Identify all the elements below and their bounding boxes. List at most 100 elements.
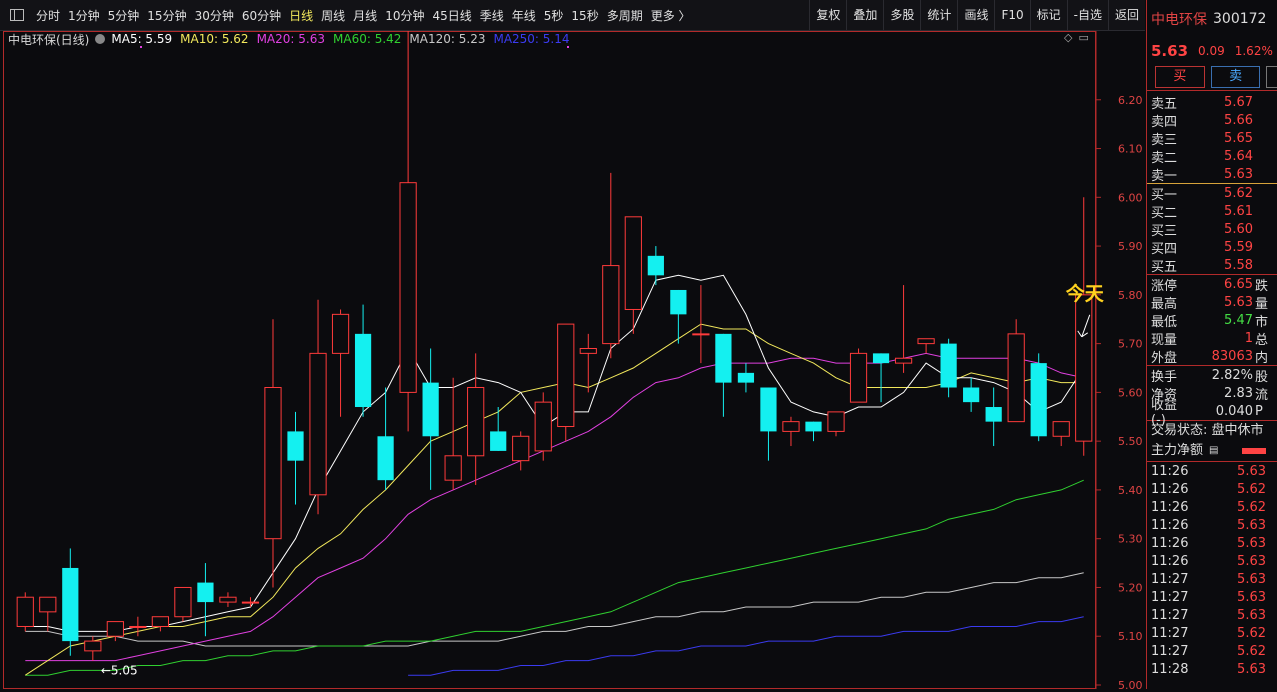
- stat-value: 83063: [1211, 348, 1253, 364]
- tool-button-5[interactable]: F10: [994, 0, 1029, 30]
- tab-period-1[interactable]: 1分钟: [64, 7, 104, 24]
- y-tick-label: 5.20: [1118, 581, 1143, 594]
- tab-period-12[interactable]: 年线: [508, 7, 540, 24]
- tab-period-11[interactable]: 季线: [476, 7, 508, 24]
- today-label: 今天: [1065, 282, 1105, 305]
- ma-legend-item: MA20: 5.63: [256, 32, 325, 46]
- stat-value: 2.82%: [1211, 367, 1253, 383]
- book-row[interactable]: 卖一 5.63: [1147, 165, 1277, 184]
- tool-button-1[interactable]: 叠加: [846, 0, 883, 30]
- tool-button-3[interactable]: 统计: [920, 0, 957, 30]
- book-row[interactable]: 买二 5.61: [1147, 202, 1277, 221]
- candle-body: [490, 431, 507, 451]
- tick-row: 11:27 5.62: [1147, 642, 1277, 660]
- ma-legend-item: MA10: 5.62: [180, 32, 249, 46]
- list-icon[interactable]: ▤: [1209, 441, 1218, 461]
- tab-period-2[interactable]: 5分钟: [104, 7, 144, 24]
- tool-button-0[interactable]: 复权: [809, 0, 846, 30]
- candle-body: [1007, 333, 1025, 423]
- tool-button-4[interactable]: 画线: [957, 0, 994, 30]
- candle-body: [715, 333, 732, 383]
- y-tick-label: 6.20: [1118, 94, 1143, 107]
- menu-icon[interactable]: [10, 9, 24, 21]
- book-row[interactable]: 买三 5.60: [1147, 220, 1277, 239]
- stat-suffix: 总: [1255, 332, 1269, 348]
- stock-header: 中电环保 300172: [1147, 0, 1277, 38]
- quote-stats-2: 换手 2.82% 股净资 2.83 流收益(-) 0.040 P: [1147, 366, 1277, 429]
- tick-time: 11:26: [1151, 481, 1189, 497]
- ma-values: MA5: 5.59 MA10: 5.62 MA20: 5.63 MA60: 5.42 M…: [111, 32, 569, 46]
- candle-body: [782, 421, 800, 432]
- tool-button-2[interactable]: 多股: [883, 0, 920, 30]
- book-row[interactable]: 买四 5.59: [1147, 238, 1277, 257]
- book-row[interactable]: 卖四 5.66: [1147, 111, 1277, 130]
- y-tick-label: 5.40: [1118, 484, 1143, 497]
- sell-button[interactable]: 卖: [1210, 66, 1261, 88]
- book-label: 买五: [1151, 259, 1178, 275]
- tick-time: 11:26: [1151, 463, 1189, 479]
- book-row[interactable]: 买一 5.62: [1147, 184, 1277, 203]
- candle-body: [692, 333, 710, 336]
- period-tabs: 分时 1分钟 5分钟 15分钟 30分钟 60分钟 日线 周线 月线 10分钟 45日线 季线 年线 5秒…: [32, 7, 695, 24]
- book-price: 5.58: [1224, 257, 1253, 273]
- candle-body: [467, 387, 485, 457]
- tool-button-8[interactable]: 返回: [1107, 0, 1145, 30]
- book-row[interactable]: 卖二 5.64: [1147, 147, 1277, 166]
- tab-period-5[interactable]: 60分钟: [238, 7, 285, 24]
- y-tick-label: 5.70: [1118, 338, 1143, 351]
- ask-book: 卖五 5.67 卖四 5.66 卖三 5.65 卖二 5.64 卖一 5.63: [1147, 91, 1277, 184]
- tick-row: 11:27 5.63: [1147, 570, 1277, 588]
- candle-body: [534, 401, 552, 452]
- stat-row: 现量 1 总: [1147, 329, 1277, 348]
- stat-value: 5.47: [1224, 312, 1253, 328]
- main-flow[interactable]: 主力净额 ▤: [1147, 441, 1277, 461]
- tick-price: 5.63: [1237, 553, 1266, 569]
- stat-suffix: P: [1255, 403, 1263, 419]
- tab-period-9[interactable]: 10分钟: [381, 7, 428, 24]
- y-tick-label: 6.00: [1118, 191, 1143, 204]
- main-flow-label: 主力净额: [1151, 443, 1204, 458]
- bid-book: 买一 5.62 买二 5.61 买三 5.60 买四 5.59 买五 5.58: [1147, 184, 1277, 275]
- tab-period-7[interactable]: 周线: [317, 7, 349, 24]
- candle-body: [512, 435, 530, 462]
- tick-row: 11:26 5.63: [1147, 552, 1277, 570]
- stat-label: 涨停: [1151, 278, 1178, 294]
- more-button[interactable]: [1266, 66, 1277, 88]
- tab-period-13[interactable]: 5秒: [540, 7, 568, 24]
- tab-period-14[interactable]: 15秒: [567, 7, 602, 24]
- candle-body: [963, 387, 980, 403]
- tool-button-6[interactable]: 标记: [1029, 0, 1067, 30]
- tab-period-6[interactable]: 日线: [285, 7, 317, 24]
- tick-row: 11:27 5.63: [1147, 588, 1277, 606]
- ma-legend-item: MA5: 5.59: [111, 32, 173, 46]
- window-icon[interactable]: ▭: [1078, 31, 1088, 44]
- tab-period-15[interactable]: 多周期: [603, 7, 647, 24]
- tick-row: 11:28 5.63: [1147, 660, 1277, 678]
- tick-price: 5.63: [1237, 571, 1266, 587]
- stat-row: 换手 2.82% 股: [1147, 366, 1277, 385]
- book-label: 卖二: [1151, 150, 1178, 166]
- settings-icon[interactable]: [95, 34, 106, 44]
- tab-period-16[interactable]: 更多 〉: [647, 7, 695, 24]
- candle-body: [1052, 421, 1070, 437]
- tick-time: 11:27: [1151, 589, 1189, 605]
- stat-label: 最高: [1151, 296, 1178, 312]
- tab-period-4[interactable]: 30分钟: [191, 7, 238, 24]
- diamond-icon[interactable]: ◇: [1064, 31, 1072, 44]
- book-label: 买四: [1151, 241, 1178, 257]
- tick-time: 11:27: [1151, 643, 1189, 659]
- tool-button-7[interactable]: -自选: [1066, 0, 1108, 30]
- book-label: 买二: [1151, 205, 1178, 221]
- tab-period-8[interactable]: 月线: [349, 7, 381, 24]
- ma-legend-item: MA120: 5.23: [409, 32, 486, 46]
- book-row[interactable]: 买五 5.58: [1147, 256, 1277, 275]
- tab-period-0[interactable]: 分时: [32, 7, 64, 24]
- buy-button[interactable]: 买: [1155, 66, 1205, 88]
- candle-body: [760, 387, 777, 432]
- candle-body: [377, 436, 394, 481]
- book-row[interactable]: 卖五 5.67: [1147, 93, 1277, 112]
- book-price: 5.60: [1224, 221, 1253, 237]
- tab-period-3[interactable]: 15分钟: [143, 7, 190, 24]
- book-row[interactable]: 卖三 5.65: [1147, 129, 1277, 148]
- tab-period-10[interactable]: 45日线: [428, 7, 475, 24]
